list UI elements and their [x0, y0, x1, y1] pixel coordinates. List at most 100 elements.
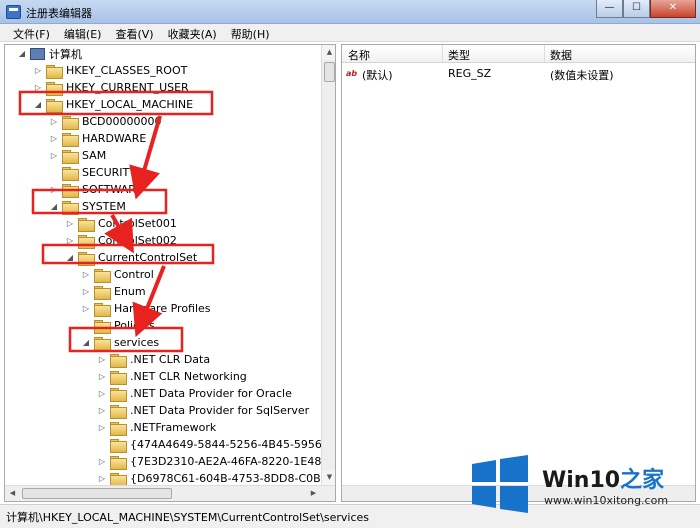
tree-node[interactable]: ▷ .NETFramework [97, 419, 216, 436]
tree-node[interactable]: ◢ SYSTEM [49, 198, 126, 215]
column-header-data[interactable]: 数据 [550, 47, 572, 63]
tree-node[interactable]: ▷ BCD00000000 [49, 113, 162, 130]
folder-icon [46, 98, 63, 113]
tree-node-label: {D6978C61-604B-4753-8DD8-C0B1293B [130, 472, 336, 485]
maximize-button[interactable]: ☐ [623, 0, 650, 18]
registry-values-pane: 名称 类型 数据 ab (默认) REG_SZ (数值未设置) [341, 44, 696, 502]
scroll-up-arrow-icon[interactable]: ▲ [322, 45, 335, 60]
scroll-left-arrow-icon[interactable]: ◀ [5, 486, 20, 501]
expand-arrow-icon[interactable]: ▷ [65, 236, 75, 245]
expand-arrow-icon[interactable]: ▷ [97, 423, 107, 432]
tree-node[interactable]: ▷ .NET Data Provider for SqlServer [97, 402, 309, 419]
tree-node-label: SAM [82, 149, 107, 162]
column-header-name[interactable]: 名称 [348, 47, 370, 63]
computer-icon [30, 47, 45, 60]
expand-arrow-icon[interactable]: ▷ [81, 304, 91, 313]
tree-node[interactable]: ◢ services [81, 334, 159, 351]
tree-node[interactable]: ▷ Hardware Profiles [81, 300, 211, 317]
expand-arrow-icon[interactable]: ▷ [49, 134, 59, 143]
scroll-right-arrow-icon[interactable]: ▶ [306, 486, 321, 501]
menu-file[interactable]: 文件(F) [8, 24, 55, 41]
minimize-button[interactable]: — [596, 0, 623, 18]
tree-node-label: BCD00000000 [82, 115, 162, 128]
expand-arrow-icon[interactable]: ▷ [97, 372, 107, 381]
tree-node-label: Policies [114, 319, 155, 332]
expand-arrow-icon[interactable]: ▷ [81, 287, 91, 296]
tree-node[interactable]: ◢ 计算机 [17, 45, 82, 62]
tree-node[interactable]: ▷ HKEY_CURRENT_USER [33, 79, 189, 96]
column-header-type[interactable]: 类型 [448, 47, 470, 63]
tree-node-label: {474A4649-5844-5256-4B45-5956414CFF [130, 438, 335, 451]
tree-node[interactable]: ▷ .NET CLR Networking [97, 368, 247, 385]
tree-node-label: SECURITY [82, 166, 136, 179]
tree-node-label: HKEY_CLASSES_ROOT [66, 64, 188, 77]
tree-node[interactable]: ▷ SOFTWARE [49, 181, 143, 198]
title-bar: 注册表编辑器 — ☐ ✕ [0, 0, 700, 24]
folder-icon [94, 302, 111, 317]
expand-arrow-icon[interactable]: ▷ [33, 83, 43, 92]
tree-node[interactable]: ▷ ControlSet001 [65, 215, 177, 232]
tree-vertical-scrollbar[interactable]: ▲ ▼ [321, 45, 335, 485]
tree-node[interactable]: ▷ Enum [81, 283, 146, 300]
tree-node[interactable]: {474A4649-5844-5256-4B45-5956414CFF [97, 436, 335, 453]
tree-node-label: .NET CLR Networking [130, 370, 247, 383]
expand-arrow-icon[interactable]: ▷ [97, 389, 107, 398]
expand-arrow-icon[interactable]: ▷ [97, 406, 107, 415]
menu-edit[interactable]: 编辑(E) [59, 24, 107, 41]
tree-node[interactable]: ◢ CurrentControlSet [65, 249, 197, 266]
folder-icon [110, 353, 127, 368]
expand-arrow-icon[interactable]: ▷ [49, 185, 59, 194]
tree-node-label: SOFTWARE [82, 183, 143, 196]
values-list-header: 名称 类型 数据 [342, 45, 695, 63]
tree-node-label: .NET CLR Data [130, 353, 211, 366]
collapse-arrow-icon[interactable]: ◢ [17, 49, 27, 58]
expand-arrow-icon[interactable]: ▷ [97, 355, 107, 364]
expand-arrow-icon[interactable]: ▷ [81, 270, 91, 279]
tree-node[interactable]: ▷ {7E3D2310-AE2A-46FA-8220-1E48F50E5 [97, 453, 335, 470]
expand-arrow-icon[interactable]: ▷ [97, 474, 107, 483]
folder-icon [94, 285, 111, 300]
collapse-arrow-icon[interactable]: ◢ [65, 253, 75, 262]
tree-node[interactable]: ▷ Control [81, 266, 154, 283]
expand-arrow-icon[interactable]: ▷ [49, 151, 59, 160]
tree-node[interactable]: ▷ HKEY_CLASSES_ROOT [33, 62, 187, 79]
tree-horizontal-scrollbar[interactable]: ◀ ▶ [5, 485, 335, 501]
column-separator[interactable] [442, 45, 443, 63]
expand-arrow-icon[interactable]: ▷ [65, 219, 75, 228]
tree-node-label: .NETFramework [130, 421, 217, 434]
expand-arrow-icon[interactable]: ▷ [49, 117, 59, 126]
folder-icon [78, 217, 95, 232]
tree-node[interactable]: Policies [81, 317, 155, 334]
tree-node-label: HKEY_LOCAL_MACHINE [66, 98, 194, 111]
folder-icon [78, 251, 95, 266]
menu-help[interactable]: 帮助(H) [226, 24, 275, 41]
tree-vertical-scroll-thumb[interactable] [324, 62, 335, 82]
menu-view[interactable]: 查看(V) [110, 24, 158, 41]
tree-node[interactable]: ◢ HKEY_LOCAL_MACHINE [33, 96, 193, 113]
tree-horizontal-scroll-thumb[interactable] [22, 488, 172, 499]
tree-node[interactable]: ▷ ControlSet002 [65, 232, 177, 249]
column-separator[interactable] [544, 45, 545, 63]
expand-arrow-icon[interactable]: ▷ [97, 457, 107, 466]
watermark-brand: Win10之家 [542, 468, 665, 493]
close-button[interactable]: ✕ [650, 0, 696, 18]
tree-node[interactable]: ▷ SAM [49, 147, 106, 164]
tree-node[interactable]: SECURITY [49, 164, 136, 181]
tree-node[interactable]: ▷ HARDWARE [49, 130, 146, 147]
collapse-arrow-icon[interactable]: ◢ [81, 338, 91, 347]
window-title: 注册表编辑器 [26, 7, 92, 20]
folder-icon [78, 234, 95, 249]
scroll-down-arrow-icon[interactable]: ▼ [322, 470, 335, 485]
folder-icon [46, 64, 63, 79]
folder-icon [110, 438, 127, 453]
expand-arrow-icon[interactable]: ▷ [33, 66, 43, 75]
tree-node[interactable]: ▷ .NET Data Provider for Oracle [97, 385, 292, 402]
watermark-url: www.win10xitong.com [544, 494, 669, 507]
menu-favorites[interactable]: 收藏夹(A) [163, 24, 222, 41]
values-list-row[interactable]: ab (默认) REG_SZ (数值未设置) [342, 65, 695, 83]
folder-icon [46, 81, 63, 96]
tree-node[interactable]: ▷ .NET CLR Data [97, 351, 210, 368]
folder-icon [94, 268, 111, 283]
collapse-arrow-icon[interactable]: ◢ [33, 100, 43, 109]
collapse-arrow-icon[interactable]: ◢ [49, 202, 59, 211]
